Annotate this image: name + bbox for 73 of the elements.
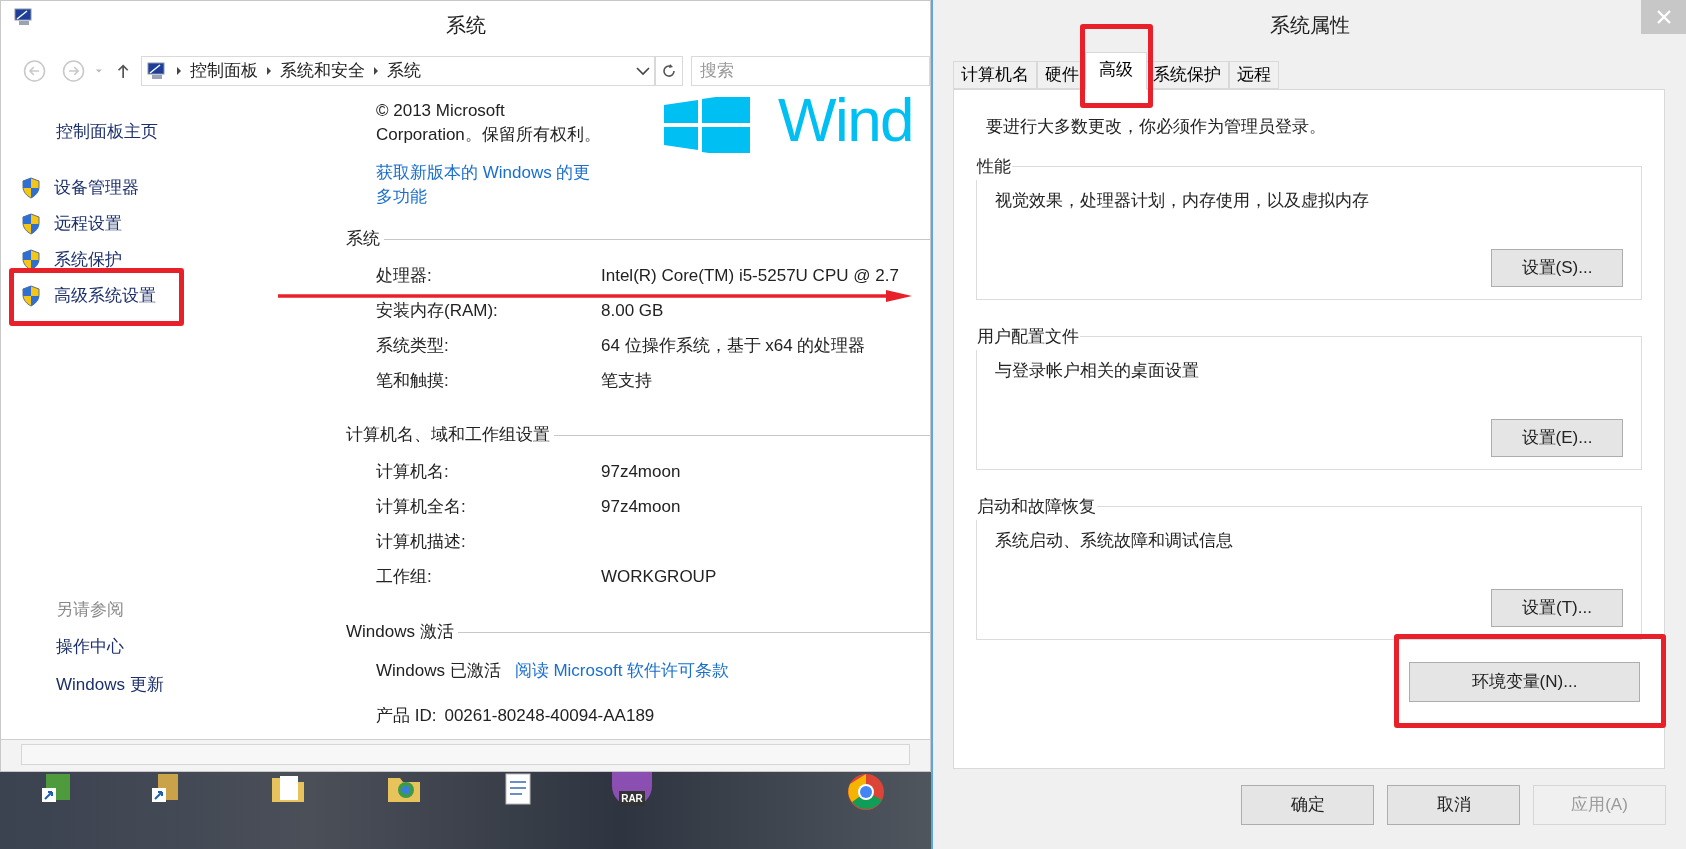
tab[interactable]: 高级 (1085, 52, 1147, 90)
window-title: 系统 (445, 13, 486, 38)
caret-icon (95, 68, 103, 74)
dialog-button[interactable]: 取消 (1387, 785, 1520, 825)
field-value: 64 位操作系统，基于 x64 的处理器 (601, 334, 866, 357)
group-title: 启动和故障恢复 (976, 496, 1097, 518)
dialog-button[interactable]: 确定 (1241, 785, 1374, 825)
field-value: 8.00 GB (601, 299, 664, 322)
sidebar-link[interactable]: Windows 更新 (56, 671, 164, 697)
breadcrumb-item[interactable]: 控制面板 (190, 58, 259, 84)
settings-button[interactable]: 设置(S)... (1491, 249, 1623, 287)
tab[interactable]: 远程 (1229, 61, 1279, 89)
group-description: 系统启动、系统故障和调试信息 (994, 529, 1234, 552)
computer-icon (13, 7, 35, 27)
upgrade-link[interactable]: 获取新版本的 Windows 的更多功能 (376, 161, 604, 209)
windows-flag-icon (664, 97, 750, 153)
sidebar-link[interactable]: 控制面板主页 (21, 119, 346, 149)
chevron-icon (373, 66, 380, 76)
browser-icon (846, 772, 886, 812)
sidebar-link[interactable]: 高级系统设置 (54, 283, 156, 309)
field-label: 安装内存(RAM): (376, 299, 499, 322)
chevron-icon (266, 66, 273, 76)
sidebar-link[interactable]: 操作中心 (56, 634, 124, 660)
group-description: 与登录帐户相关的桌面设置 (994, 359, 1200, 382)
refresh-button[interactable] (654, 56, 683, 86)
section-heading: 计算机名、域和工作组设置 (346, 424, 551, 447)
field-value: Intel(R) Core(TM) i5-5257U CPU @ 2.7 (601, 264, 899, 287)
group-title: 用户配置文件 (976, 326, 1080, 348)
field-label: 系统类型: (376, 334, 450, 357)
chevron-icon (176, 66, 183, 76)
dialog-title: 系统属性 (1269, 13, 1350, 38)
field-value: 97z4moon (601, 460, 681, 483)
sidebar-link[interactable]: 系统保护 (54, 247, 122, 273)
section-heading: 系统 (346, 228, 381, 251)
field-label: 处理器: (376, 264, 433, 287)
environment-variables-button[interactable]: 环境变量(N)... (1409, 662, 1640, 702)
section-heading: Windows 激活 (346, 621, 455, 644)
address-bar[interactable]: 控制面板 系统和安全 系统 (141, 56, 655, 86)
search-field[interactable]: 搜索 (691, 56, 930, 86)
activation-status: Windows 已激活 (376, 660, 501, 683)
field-label: 计算机名: (376, 460, 450, 483)
license-link[interactable]: 阅读 Microsoft 软件许可条款 (514, 658, 730, 684)
tab[interactable]: 计算机名 (953, 61, 1037, 89)
breadcrumb-item[interactable]: 系统和安全 (280, 58, 366, 84)
field-label: 计算机描述: (376, 530, 467, 553)
refresh-icon (660, 63, 677, 79)
field-label: 计算机全名: (376, 495, 467, 518)
settings-button[interactable]: 设置(E)... (1491, 419, 1623, 457)
archive-label: RAR (619, 791, 645, 806)
shield-icon (21, 177, 41, 199)
field-value: WORKGROUP (601, 565, 717, 588)
field-label: 产品 ID: (376, 705, 437, 728)
field-label: 笔和触摸: (376, 369, 450, 392)
chevron-down-icon (635, 66, 650, 76)
field-value: 97z4moon (601, 495, 681, 518)
intro-text: 要进行大多数更改，你必须作为管理员登录。 (985, 116, 1327, 138)
shield-icon (21, 249, 41, 271)
settings-button[interactable]: 设置(T)... (1491, 589, 1623, 627)
breadcrumb-item[interactable]: 系统 (387, 58, 422, 84)
shield-icon (21, 213, 41, 235)
sidebar-link[interactable]: 远程设置 (54, 211, 122, 237)
group-description: 视觉效果，处理器计划，内存使用，以及虚拟内存 (994, 189, 1370, 212)
field-value: 00261-80248-40094-AA189 (444, 705, 655, 728)
logo-text: Wind (778, 95, 914, 145)
field-label: 工作组: (376, 565, 433, 588)
field-value: 笔支持 (601, 369, 652, 392)
sidebar-link[interactable]: 设备管理器 (54, 175, 139, 201)
tab[interactable]: 系统保护 (1145, 61, 1229, 89)
section-heading: 另请参阅 (56, 598, 125, 621)
group-title: 性能 (976, 156, 1012, 178)
close-icon (1656, 10, 1671, 24)
copyright-text: © 2013 Microsoft Corporation。保留所有权利。 (376, 100, 602, 146)
shield-icon (21, 285, 41, 307)
